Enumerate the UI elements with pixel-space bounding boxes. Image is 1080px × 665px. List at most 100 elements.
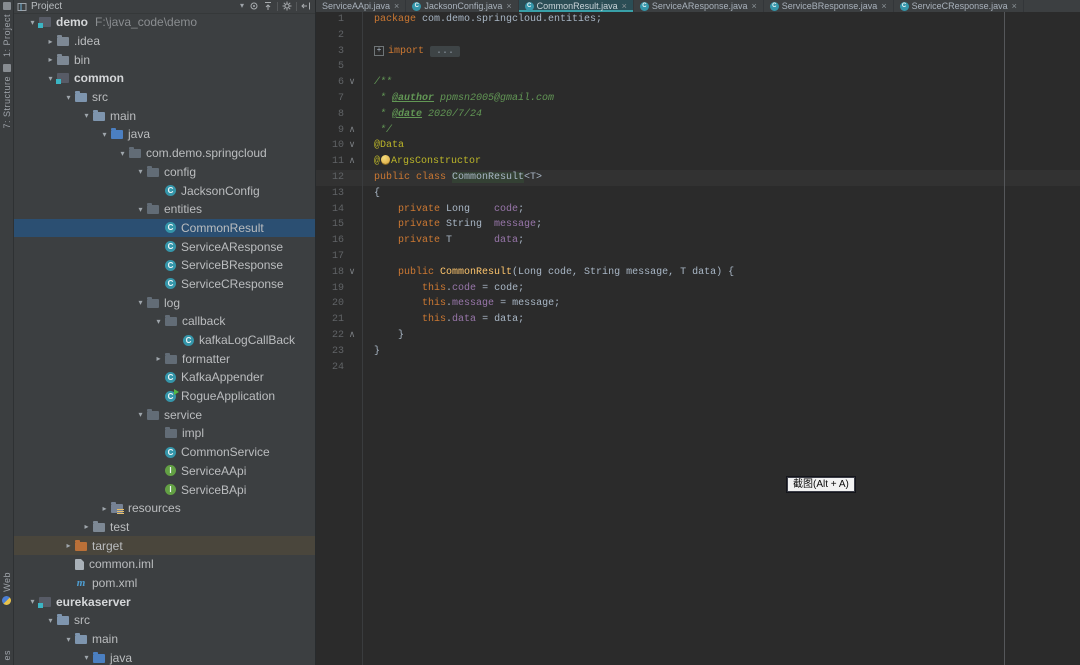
code-line[interactable]: 3 + import ... <box>316 44 1080 60</box>
tree-row[interactable]: C ServiceCResponse <box>14 275 315 294</box>
fold-open-icon[interactable]: ∨ <box>344 75 360 91</box>
code-line[interactable]: 20 this.message = message; <box>316 296 1080 312</box>
tree-row[interactable]: ▸ formatter <box>14 349 315 368</box>
close-tab-icon[interactable]: × <box>394 1 399 11</box>
tree-expand-icon[interactable]: ▸ <box>62 541 75 550</box>
code-line[interactable]: 10 ∨ @Data <box>316 138 1080 154</box>
code-line[interactable]: 1 package com.demo.springcloud.entities; <box>316 12 1080 28</box>
tree-row[interactable]: m pom.xml <box>14 574 315 593</box>
tree-collapse-icon[interactable]: ▾ <box>134 167 147 176</box>
fold-close-icon[interactable]: ∧ <box>344 154 360 170</box>
tree-row[interactable]: ▸ bin <box>14 50 315 69</box>
code-line[interactable]: 24 <box>316 360 1080 376</box>
code-line[interactable]: 12 public class CommonResult<T> <box>316 169 1080 186</box>
tree-row[interactable]: ▾ src <box>14 611 315 630</box>
code-line[interactable]: 22 ∧ } <box>316 328 1080 344</box>
code-line[interactable]: 7 * @author ppmsn2005@gmail.com <box>316 91 1080 107</box>
tree-expand-icon[interactable]: ▸ <box>98 504 111 513</box>
tree-row[interactable]: ▾ service <box>14 405 315 424</box>
stripe-button-es[interactable]: es <box>0 650 13 661</box>
tree-collapse-icon[interactable]: ▾ <box>134 410 147 419</box>
code-editor[interactable]: 1 package com.demo.springcloud.entities; 2… <box>316 12 1080 665</box>
editor-tab[interactable]: C CommonResult.java × <box>518 0 634 12</box>
tree-row[interactable]: ▸ target <box>14 536 315 555</box>
code-line[interactable]: 14 private Long code; <box>316 202 1080 218</box>
hide-panel-icon[interactable] <box>301 1 311 11</box>
editor-tab[interactable]: ServiceAApi.java × <box>316 0 407 12</box>
tree-row[interactable]: ▾ entities <box>14 200 315 219</box>
fold-open-icon[interactable]: ∨ <box>344 138 360 154</box>
tree-row[interactable]: common.iml <box>14 555 315 574</box>
tree-row[interactable]: C KafkaAppender <box>14 368 315 387</box>
tree-row[interactable]: I ServiceBApi <box>14 480 315 499</box>
tree-collapse-icon[interactable]: ▾ <box>116 149 129 158</box>
tree-row[interactable]: ▾ callback <box>14 312 315 331</box>
code-line[interactable]: 15 private String message; <box>316 217 1080 233</box>
code-line[interactable]: 9 ∧ */ <box>316 123 1080 139</box>
stripe-button-web[interactable]: Web <box>0 572 13 605</box>
tree-collapse-icon[interactable]: ▾ <box>80 111 93 120</box>
code-line[interactable]: 8 * @date 2020/7/24 <box>316 107 1080 123</box>
tree-row[interactable]: ▾ common <box>14 69 315 88</box>
tree-row[interactable]: ▾ demo F:\java_code\demo <box>14 13 315 32</box>
locate-icon[interactable] <box>249 1 259 11</box>
tree-collapse-icon[interactable]: ▾ <box>80 653 93 662</box>
tree-row[interactable]: ▾ main <box>14 630 315 649</box>
tree-row[interactable]: ▾ java <box>14 648 315 665</box>
tree-row[interactable]: CkafkaLogCallBack <box>14 331 315 350</box>
tree-row[interactable]: ▸ resources <box>14 499 315 518</box>
tree-collapse-icon[interactable]: ▾ <box>44 616 57 625</box>
editor-tab[interactable]: C ServiceCResponse.java × <box>894 0 1024 12</box>
code-line[interactable]: 5 <box>316 59 1080 75</box>
tree-expand-icon[interactable]: ▸ <box>44 37 57 46</box>
code-line[interactable]: 2 <box>316 28 1080 44</box>
stripe-button-structure[interactable]: 7: Structure <box>0 64 13 129</box>
code-line[interactable]: 23} <box>316 344 1080 360</box>
tree-row[interactable]: ▸ test <box>14 518 315 537</box>
editor-tab[interactable]: C ServiceBResponse.java × <box>764 0 894 12</box>
tree-collapse-icon[interactable]: ▾ <box>152 317 165 326</box>
tree-row[interactable]: C RogueApplication <box>14 387 315 406</box>
code-line[interactable]: 13 { <box>316 186 1080 202</box>
tree-row[interactable]: ▾ src <box>14 88 315 107</box>
tree-collapse-icon[interactable]: ▾ <box>98 130 111 139</box>
tree-collapse-icon[interactable]: ▾ <box>62 93 75 102</box>
tree-expand-icon[interactable]: ▸ <box>152 354 165 363</box>
tree-expand-icon[interactable]: ▸ <box>44 55 57 64</box>
tree-row[interactable]: ▾ eurekaserver <box>14 592 315 611</box>
tree-collapse-icon[interactable]: ▾ <box>134 298 147 307</box>
editor-tab[interactable]: C JacksonConfig.java × <box>406 0 519 12</box>
editor-tab[interactable]: C ServiceAResponse.java × <box>634 0 764 12</box>
unfold-plus-icon[interactable]: + <box>374 45 384 56</box>
tree-expand-icon[interactable]: ▸ <box>80 522 93 531</box>
tree-row[interactable]: ▸ .idea <box>14 32 315 51</box>
intention-bulb-icon[interactable] <box>381 155 391 165</box>
close-tab-icon[interactable]: × <box>751 1 756 11</box>
tree-collapse-icon[interactable]: ▾ <box>134 205 147 214</box>
fold-close-icon[interactable]: ∧ <box>344 123 360 139</box>
tree-row[interactable]: ▾ java <box>14 125 315 144</box>
code-line[interactable]: 18 ∨ public CommonResult(Long code, Strin… <box>316 265 1080 281</box>
close-tab-icon[interactable]: × <box>1012 1 1017 11</box>
tree-row[interactable]: C JacksonConfig <box>14 181 315 200</box>
tree-row[interactable]: I ServiceAApi <box>14 462 315 481</box>
code-line[interactable]: 17 <box>316 249 1080 265</box>
fold-close-icon[interactable]: ∧ <box>344 328 360 344</box>
code-line[interactable]: 11 ∧ @ ArgsConstructor <box>316 154 1080 170</box>
tree-row[interactable]: ▾ com.demo.springcloud <box>14 144 315 163</box>
stripe-button-project[interactable]: 1: Project <box>0 2 13 57</box>
close-tab-icon[interactable]: × <box>622 1 627 11</box>
code-line[interactable]: 19 this.code = code; <box>316 281 1080 297</box>
tree-row[interactable]: ▾ log <box>14 293 315 312</box>
collapse-all-icon[interactable] <box>263 1 273 11</box>
tree-row[interactable]: C ServiceBResponse <box>14 256 315 275</box>
tree-row[interactable]: C CommonService <box>14 443 315 462</box>
settings-gear-icon[interactable] <box>282 1 292 11</box>
tree-row[interactable]: ▾ config <box>14 163 315 182</box>
tree-row[interactable]: C ServiceAResponse <box>14 237 315 256</box>
tree-row[interactable]: ▾ main <box>14 106 315 125</box>
code-line[interactable]: 6 ∨ /** <box>316 75 1080 91</box>
close-tab-icon[interactable]: × <box>881 1 886 11</box>
view-selector-chevron-icon[interactable]: ▾ <box>240 1 244 10</box>
code-line[interactable]: 21 this.data = data; <box>316 312 1080 328</box>
